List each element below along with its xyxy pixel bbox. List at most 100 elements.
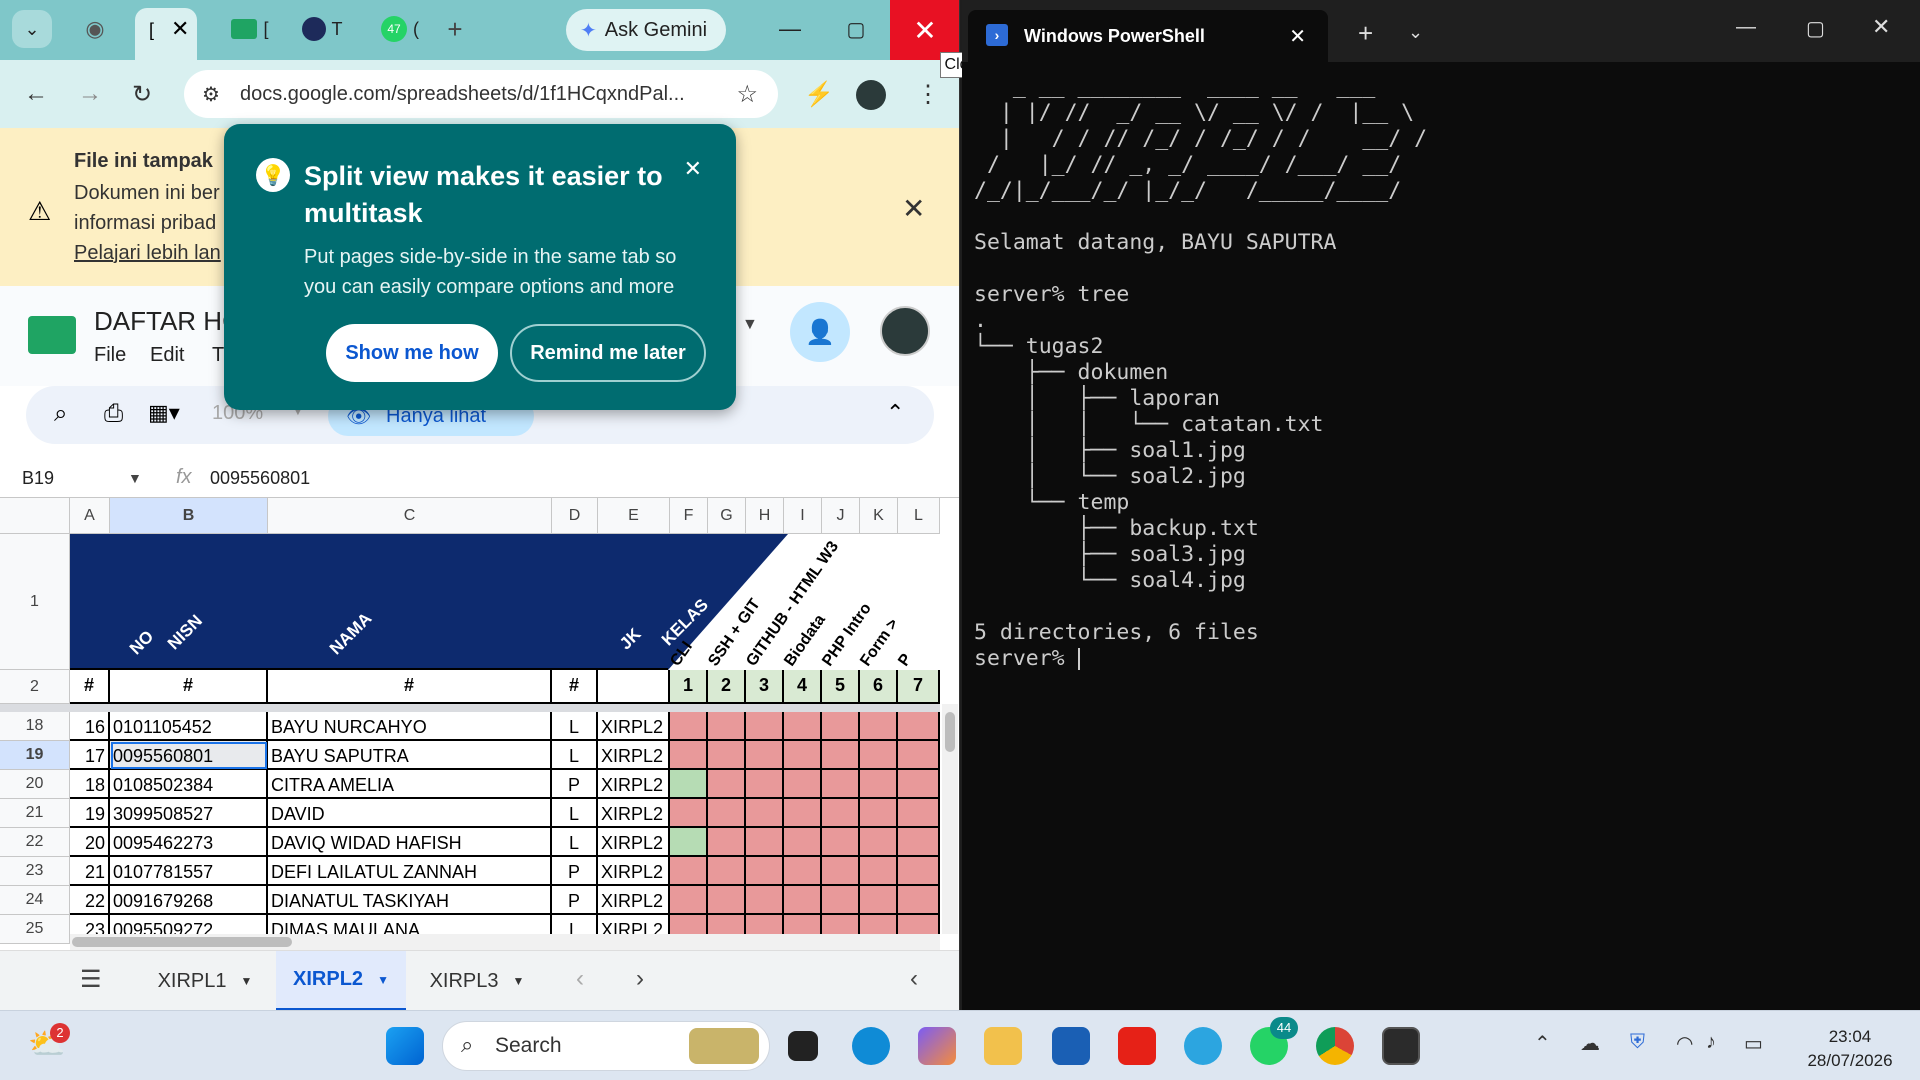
column-header-b[interactable]: B	[110, 498, 268, 534]
cell-task-status[interactable]	[822, 741, 860, 770]
cell-task-status[interactable]	[860, 741, 898, 770]
cell-task-status[interactable]	[708, 828, 746, 857]
cell-nama[interactable]: BAYU NURCAHYO	[268, 712, 552, 741]
terminal-tab[interactable]: › Windows PowerShell ✕	[968, 10, 1328, 62]
banner-close-icon[interactable]: ✕	[902, 192, 925, 225]
cell-task-status[interactable]	[784, 741, 822, 770]
cell-task-status[interactable]	[898, 770, 940, 799]
chrome-icon[interactable]	[1316, 1027, 1354, 1065]
new-terminal-tab-icon[interactable]: +	[1358, 18, 1373, 49]
show-me-how-button[interactable]: Show me how	[326, 324, 498, 382]
row-header-18[interactable]: 18	[0, 712, 70, 741]
cell-nisn[interactable]: 0107781557	[110, 857, 268, 886]
row-header-2[interactable]: 2	[0, 670, 70, 704]
cell-task-status[interactable]	[822, 799, 860, 828]
column-header-k[interactable]: K	[860, 498, 898, 534]
cell-kelas[interactable]: XIRPL2	[598, 799, 670, 828]
wifi-icon[interactable]: ◠	[1676, 1031, 1693, 1056]
tab-trello[interactable]: T	[292, 10, 352, 48]
banner-learn-more-link[interactable]: Pelajari lebih lan	[74, 242, 221, 265]
scroll-left-icon[interactable]: ‹	[576, 965, 584, 993]
menu-file[interactable]: File	[94, 344, 126, 367]
cell-no[interactable]: 16	[70, 712, 110, 741]
copilot-icon[interactable]	[918, 1027, 956, 1065]
cell-task-status[interactable]	[784, 886, 822, 915]
cell-task-status[interactable]	[670, 857, 708, 886]
cell-task-status[interactable]	[670, 712, 708, 741]
cell-task-status[interactable]	[784, 770, 822, 799]
row-header-19[interactable]: 19	[0, 741, 70, 770]
maximize-button[interactable]: ▢	[836, 10, 876, 48]
cell-task-status[interactable]	[784, 828, 822, 857]
cell-task-status[interactable]	[670, 770, 708, 799]
weather-widget[interactable]: ⛅ 2	[28, 1023, 70, 1063]
cell-task-status[interactable]	[746, 799, 784, 828]
bookmark-star-icon[interactable]: ☆	[736, 80, 758, 109]
all-sheets-icon[interactable]: ☰	[80, 965, 102, 994]
account-avatar[interactable]	[880, 306, 930, 356]
cell-task-status[interactable]	[708, 799, 746, 828]
cell-jk[interactable]: P	[552, 857, 598, 886]
column-header-f[interactable]: F	[670, 498, 708, 534]
cell-nisn[interactable]: 3099508527	[110, 799, 268, 828]
forward-icon[interactable]: →	[78, 80, 102, 108]
collapse-toolbar-icon[interactable]: ⌃	[886, 400, 904, 426]
scrollbar-thumb[interactable]	[945, 712, 955, 752]
horizontal-scrollbar[interactable]	[70, 934, 940, 950]
tab-close-icon[interactable]: ✕	[171, 16, 189, 42]
row-header-25[interactable]: 25	[0, 915, 70, 944]
cell-kelas[interactable]: XIRPL2	[598, 741, 670, 770]
youtube-icon[interactable]	[1118, 1027, 1156, 1065]
profile-avatar[interactable]	[856, 80, 886, 110]
cell-task-status[interactable]	[898, 886, 940, 915]
cell-no[interactable]: 17	[70, 741, 110, 770]
row-header-24[interactable]: 24	[0, 886, 70, 915]
name-box-dropdown-icon[interactable]: ▼	[128, 470, 142, 486]
menu-view[interactable]: T	[212, 344, 224, 367]
title-dropdown-icon[interactable]: ▼	[742, 316, 758, 334]
cell-task-status[interactable]	[746, 741, 784, 770]
cell-nama[interactable]: DAVID	[268, 799, 552, 828]
file-explorer-icon[interactable]	[984, 1027, 1022, 1065]
close-window-button[interactable]: ✕	[890, 0, 959, 60]
cell-task-status[interactable]	[784, 857, 822, 886]
tab-search-button[interactable]: ⌄	[12, 10, 52, 48]
cell-task-status[interactable]	[860, 770, 898, 799]
search-icon[interactable]: ⌕	[54, 400, 67, 428]
format-icon[interactable]: ▦▾	[148, 400, 180, 426]
cell-jk[interactable]: L	[552, 799, 598, 828]
cell-task-status[interactable]	[860, 828, 898, 857]
cell-no[interactable]: 19	[70, 799, 110, 828]
security-icon[interactable]: ⛨	[1630, 1031, 1645, 1054]
terminal-close-button[interactable]: ✕	[1872, 14, 1890, 40]
cell-kelas[interactable]: XIRPL2	[598, 712, 670, 741]
tab-active[interactable]: [ ✕	[135, 8, 197, 60]
column-header-d[interactable]: D	[552, 498, 598, 534]
terminal-dropdown-icon[interactable]: ⌄	[1408, 22, 1423, 43]
row-header-22[interactable]: 22	[0, 828, 70, 857]
row-header-1[interactable]: 1	[0, 534, 70, 670]
site-info-icon[interactable]: ⚙	[202, 82, 220, 107]
cell-jk[interactable]: P	[552, 886, 598, 915]
terminal-taskbar-icon[interactable]	[1382, 1027, 1420, 1065]
clock[interactable]: 23:04 28/07/2026	[1790, 1025, 1910, 1073]
cell-task-status[interactable]	[670, 828, 708, 857]
cell-jk[interactable]: P	[552, 770, 598, 799]
cell-task-status[interactable]	[708, 770, 746, 799]
cell-kelas[interactable]: XIRPL2	[598, 770, 670, 799]
terminal-output[interactable]: _ __ ________ ____ __ ___ | |/ // _/ __ …	[974, 74, 1427, 672]
tray-overflow-icon[interactable]: ⌃	[1534, 1031, 1551, 1056]
cell-task-status[interactable]	[746, 770, 784, 799]
volume-icon[interactable]: ♪	[1706, 1031, 1716, 1054]
sheets-logo-icon[interactable]	[28, 316, 76, 354]
cell-nisn[interactable]: 0108502384	[110, 770, 268, 799]
popup-close-icon[interactable]: ✕	[684, 156, 702, 182]
tab-1[interactable]: ◉	[70, 10, 120, 48]
cell-nisn[interactable]: 0095560801	[110, 741, 268, 770]
scroll-right-icon[interactable]: ›	[636, 965, 644, 993]
column-header-i[interactable]: I	[784, 498, 822, 534]
cell-task-status[interactable]	[822, 857, 860, 886]
cell-task-status[interactable]	[746, 712, 784, 741]
start-button[interactable]	[386, 1027, 424, 1065]
print-icon[interactable]: ⎙	[104, 400, 123, 428]
